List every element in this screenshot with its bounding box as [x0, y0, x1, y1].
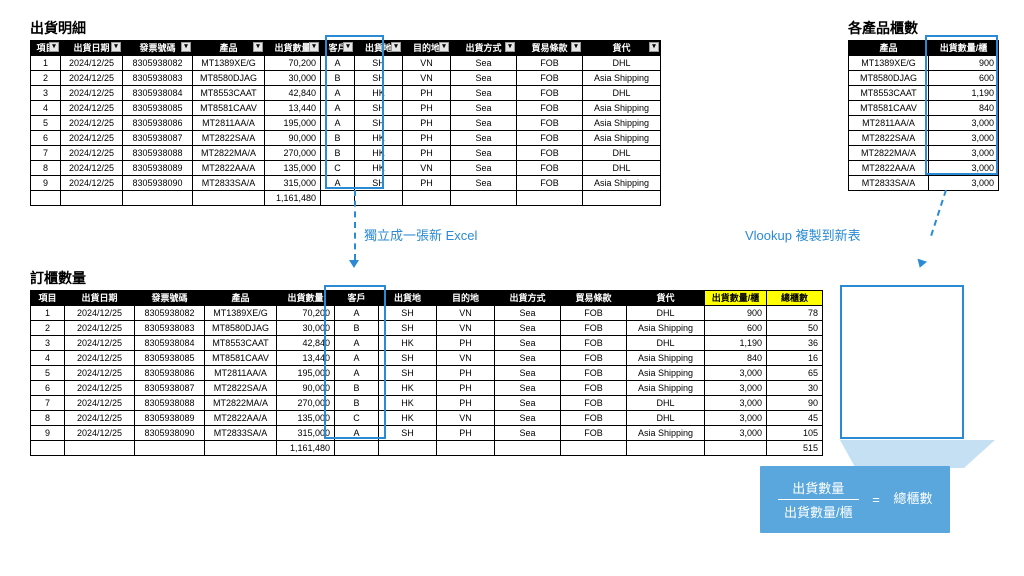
table-row: MT2833SA/A3,000 [849, 176, 999, 191]
detail-table: 項目▾出貨日期▾發票號碼▾產品▾出貨數量▾客戶▾出貨地▾目的地▾出貨方式▾貿易條… [30, 40, 661, 206]
col-product: 產品 [849, 41, 929, 56]
highlight-new-cols [840, 285, 964, 439]
filter-dropdown-icon[interactable]: ▾ [181, 42, 191, 52]
formula-connector [840, 440, 995, 468]
table-row: 12024/12/258305938082MT1389XE/G70,200ASH… [31, 306, 823, 321]
table-row: 92024/12/258305938090MT2833SA/A315,000AS… [31, 426, 823, 441]
arrow-down-icon [349, 260, 359, 268]
table-row: 62024/12/258305938087MT2822SA/A90,000BHK… [31, 131, 661, 146]
filter-dropdown-icon[interactable]: ▾ [505, 42, 515, 52]
col-cust: 客戶▾ [321, 41, 355, 56]
table-row: 82024/12/258305938089MT2822AA/A135,000CH… [31, 411, 823, 426]
col-qty: 出貨數量 [277, 291, 335, 306]
col-cust: 客戶 [335, 291, 379, 306]
table-row: 22024/12/258305938083MT8580DJAG30,000BSH… [31, 71, 661, 86]
filter-dropdown-icon[interactable]: ▾ [49, 42, 59, 52]
table-row: MT8580DJAG600 [849, 71, 999, 86]
col-qty: 出貨數量▾ [265, 41, 321, 56]
filter-dropdown-icon[interactable]: ▾ [391, 42, 401, 52]
col-prod: 產品 [205, 291, 277, 306]
filter-dropdown-icon[interactable]: ▾ [649, 42, 659, 52]
col-mode: 出貨方式▾ [451, 41, 517, 56]
table-row: MT1389XE/G900 [849, 56, 999, 71]
filter-dropdown-icon[interactable]: ▾ [111, 42, 121, 52]
formula-denominator: 出貨數量/櫃 [778, 500, 859, 521]
filter-dropdown-icon[interactable]: ▾ [253, 42, 263, 52]
formula-box: 出貨數量 出貨數量/櫃 = 總櫃數 [760, 466, 950, 533]
product-qty-table: 產品 出貨數量/櫃 MT1389XE/G900MT8580DJAG600MT85… [848, 40, 999, 191]
col-origin: 出貨地 [379, 291, 437, 306]
filter-dropdown-icon[interactable]: ▾ [309, 42, 319, 52]
col-per: 出貨數量/櫃 [705, 291, 767, 306]
col-total: 總櫃數 [767, 291, 823, 306]
table-row: MT2822MA/A3,000 [849, 146, 999, 161]
col-idx: 項目▾ [31, 41, 61, 56]
order-qty-table: 項目出貨日期發票號碼產品出貨數量客戶出貨地目的地出貨方式貿易條款貨代出貨數量/櫃… [30, 290, 823, 456]
table-row: 52024/12/258305938086MT2811AA/A195,000AS… [31, 116, 661, 131]
table-row: 12024/12/258305938082MT1389XE/G70,200ASH… [31, 56, 661, 71]
col-dest: 目的地▾ [403, 41, 451, 56]
table-row: 62024/12/258305938087MT2822SA/A90,000BHK… [31, 381, 823, 396]
table-row: 32024/12/258305938084MT8553CAAT42,840AHK… [31, 86, 661, 101]
col-idx: 項目 [31, 291, 65, 306]
formula-result: 總櫃數 [893, 491, 932, 506]
table-row: 72024/12/258305938088MT2822MA/A270,000BH… [31, 146, 661, 161]
table-row: MT8553CAAT1,190 [849, 86, 999, 101]
annotation-new-excel: 獨立成一張新 Excel [364, 225, 477, 244]
arrow-diag-icon [915, 259, 927, 270]
col-forwarder: 貨代 [627, 291, 705, 306]
table-row: 42024/12/258305938085MT8581CAAV13,440ASH… [31, 101, 661, 116]
order-qty-title: 訂櫃數量 [30, 268, 823, 288]
table-row: 72024/12/258305938088MT2822MA/A270,000BH… [31, 396, 823, 411]
annotation-vlookup: Vlookup 複製到新表 [745, 225, 861, 244]
table-row: 22024/12/258305938083MT8580DJAG30,000BSH… [31, 321, 823, 336]
table-row: 32024/12/258305938084MT8553CAAT42,840AHK… [31, 336, 823, 351]
col-per-cabinet: 出貨數量/櫃 [929, 41, 999, 56]
table-row: MT8581CAAV840 [849, 101, 999, 116]
col-origin: 出貨地▾ [355, 41, 403, 56]
col-terms: 貿易條款 [561, 291, 627, 306]
filter-dropdown-icon[interactable]: ▾ [571, 42, 581, 52]
formula-equals: = [872, 492, 880, 507]
product-qty-title: 各產品櫃數 [848, 18, 999, 38]
total-row: 1,161,480 [31, 191, 661, 206]
filter-dropdown-icon[interactable]: ▾ [343, 42, 353, 52]
formula-numerator: 出貨數量 [778, 478, 859, 500]
col-dest: 目的地 [437, 291, 495, 306]
col-inv: 發票號碼 [135, 291, 205, 306]
col-forwarder: 貨代▾ [583, 41, 661, 56]
table-row: 92024/12/258305938090MT2833SA/A315,000AS… [31, 176, 661, 191]
table-row: MT2811AA/A3,000 [849, 116, 999, 131]
col-prod: 產品▾ [193, 41, 265, 56]
detail-title: 出貨明細 [30, 18, 661, 38]
table-row: 82024/12/258305938089MT2822AA/A135,000CH… [31, 161, 661, 176]
table-row: MT2822AA/A3,000 [849, 161, 999, 176]
col-inv: 發票號碼▾ [123, 41, 193, 56]
col-date: 出貨日期▾ [61, 41, 123, 56]
table-row: MT2822SA/A3,000 [849, 131, 999, 146]
filter-dropdown-icon[interactable]: ▾ [439, 42, 449, 52]
col-mode: 出貨方式 [495, 291, 561, 306]
col-terms: 貿易條款▾ [517, 41, 583, 56]
table-row: 42024/12/258305938085MT8581CAAV13,440ASH… [31, 351, 823, 366]
dash-arrow-1 [354, 190, 356, 260]
table-row: 52024/12/258305938086MT2811AA/A195,000AS… [31, 366, 823, 381]
col-date: 出貨日期 [65, 291, 135, 306]
total-row: 1,161,480515 [31, 441, 823, 456]
